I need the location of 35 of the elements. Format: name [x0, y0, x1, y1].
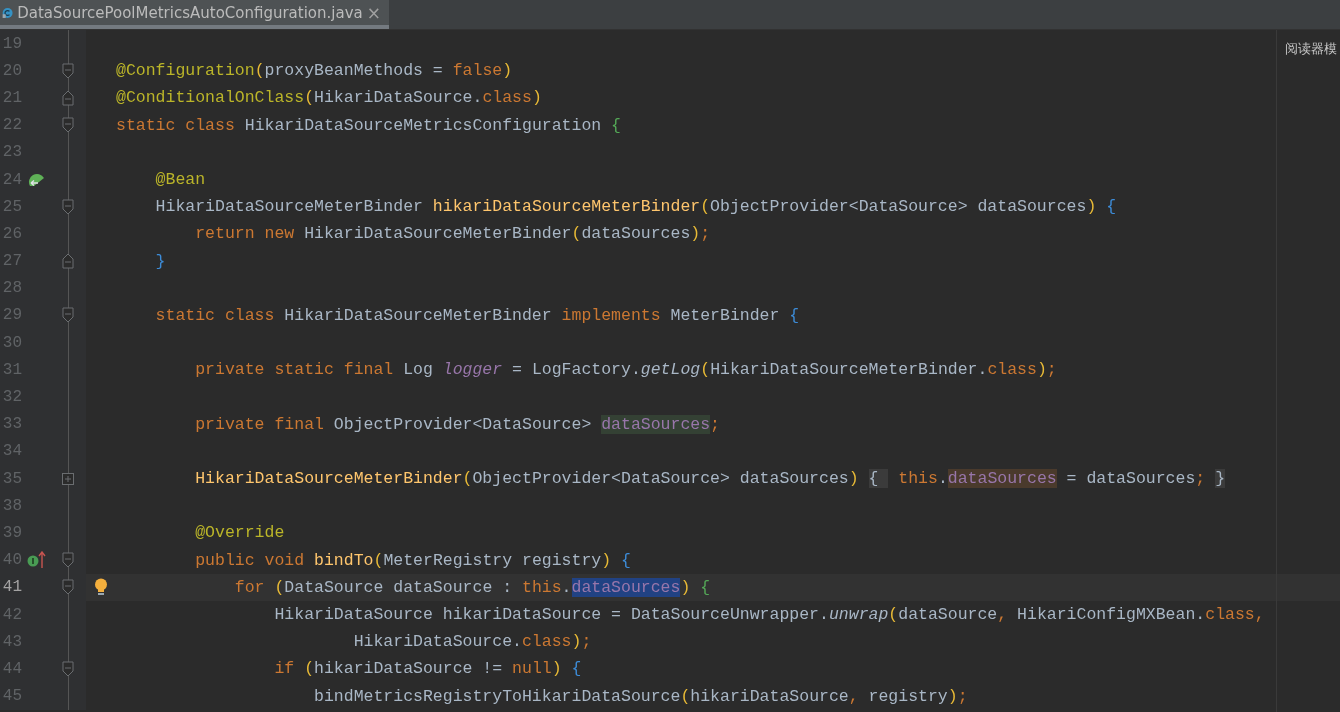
line-number: 41 — [1, 578, 23, 597]
fold-marker-icon[interactable] — [62, 253, 74, 270]
fold-marker-icon[interactable] — [62, 89, 74, 106]
code-line: @Bean — [154, 170, 206, 190]
code-line: for (DataSource dataSource : this.dataSources) { — [233, 577, 711, 597]
fold-marker-icon[interactable] — [62, 552, 74, 569]
code-line: static class HikariDataSourceMetricsConfiguration { — [116, 115, 621, 135]
code-line: } — [154, 251, 166, 271]
fold-marker-icon[interactable] — [62, 307, 74, 324]
lightbulb-icon[interactable] — [94, 578, 108, 597]
fold-marker-icon[interactable] — [62, 660, 74, 677]
code-line: private static final Log logger = LogFactory.getLog(HikariDataSourceMeterBinder.class); — [194, 360, 1057, 380]
code-line: HikariDataSource hikariDataSource = DataSourceUnwrapper.unwrap(dataSource, HikariConfigMXBean.class, — [273, 605, 1265, 625]
code-line: private final ObjectProvider<DataSource> dataSources; — [194, 414, 720, 434]
fold-marker-icon[interactable] — [62, 198, 74, 215]
code-line: HikariDataSourceMeterBinder(ObjectProvider<DataSource> dataSources) { this.dataSources = dataSources; } — [194, 469, 1226, 489]
navigate-icon[interactable] — [28, 171, 46, 188]
code-line: static class HikariDataSourceMeterBinder implements MeterBinder { — [154, 305, 800, 325]
code-line: return new HikariDataSourceMeterBinder(dataSources); — [194, 224, 711, 244]
file-tab[interactable]: DataSourcePoolMetricsAutoConfiguration.java × — [0, 0, 389, 29]
code-line: @Override — [194, 523, 285, 543]
reader-mode-label: 阅读器模 — [1285, 40, 1337, 58]
fold-marker-icon[interactable] — [62, 579, 74, 596]
implemented-method-icon[interactable] — [27, 551, 47, 570]
code-line: @Configuration(proxyBeanMethods = false) — [116, 61, 513, 81]
code-line: if (hikariDataSource != null) { — [273, 659, 582, 679]
fold-marker-icon[interactable] — [62, 62, 74, 79]
expand-fold-icon[interactable] — [62, 472, 74, 485]
code-line: bindMetricsRegistryToHikariDataSource(hikariDataSource, registry); — [313, 686, 968, 706]
code-line: @ConditionalOnClass(HikariDataSource.class) — [116, 88, 542, 108]
close-tab-button[interactable]: × — [366, 2, 381, 23]
fold-marker-icon[interactable] — [62, 117, 74, 134]
code-line: HikariDataSource.class); — [352, 632, 592, 652]
code-line: HikariDataSourceMeterBinder hikariDataSourceMeterBinder(ObjectProvider<DataSource> dataSources) { — [154, 197, 1117, 217]
code-line: public void bindTo(MeterRegistry registry) { — [194, 550, 631, 570]
